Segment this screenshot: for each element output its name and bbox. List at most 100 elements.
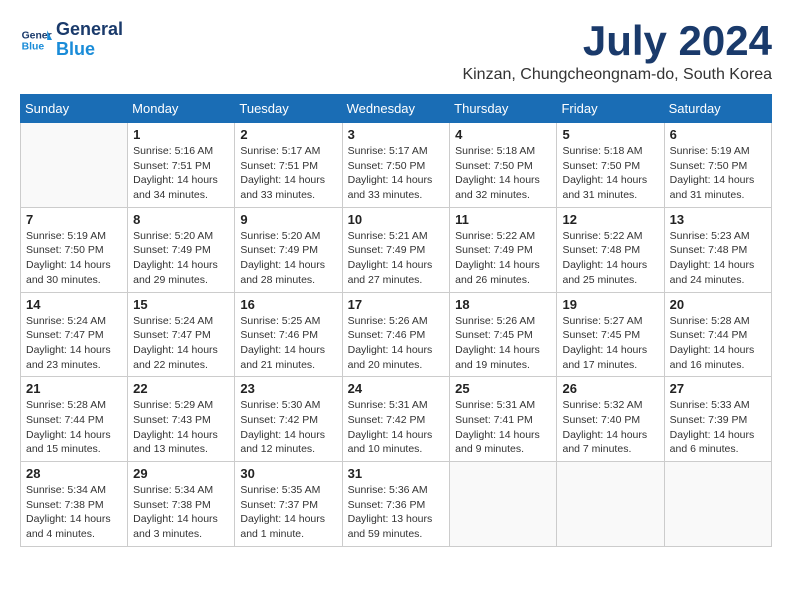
calendar-cell: 17 Sunrise: 5:26 AM Sunset: 7:46 PM Dayli…	[342, 292, 450, 377]
header-friday: Friday	[557, 95, 664, 123]
calendar-cell: 31 Sunrise: 5:36 AM Sunset: 7:36 PM Dayli…	[342, 462, 450, 547]
day-info: Sunrise: 5:24 AM Sunset: 7:47 PM Dayligh…	[133, 314, 229, 373]
calendar-week-5: 28 Sunrise: 5:34 AM Sunset: 7:38 PM Dayli…	[21, 462, 772, 547]
day-number: 17	[348, 297, 445, 312]
day-number: 16	[240, 297, 336, 312]
calendar-cell: 6 Sunrise: 5:19 AM Sunset: 7:50 PM Daylig…	[664, 123, 771, 208]
day-number: 6	[670, 127, 766, 142]
calendar-cell: 15 Sunrise: 5:24 AM Sunset: 7:47 PM Dayli…	[128, 292, 235, 377]
day-number: 21	[26, 381, 122, 396]
day-number: 15	[133, 297, 229, 312]
day-number: 12	[562, 212, 658, 227]
day-info: Sunrise: 5:31 AM Sunset: 7:41 PM Dayligh…	[455, 398, 551, 457]
day-info: Sunrise: 5:20 AM Sunset: 7:49 PM Dayligh…	[240, 229, 336, 288]
calendar-cell: 23 Sunrise: 5:30 AM Sunset: 7:42 PM Dayli…	[235, 377, 342, 462]
calendar-cell: 10 Sunrise: 5:21 AM Sunset: 7:49 PM Dayli…	[342, 207, 450, 292]
calendar-cell: 8 Sunrise: 5:20 AM Sunset: 7:49 PM Daylig…	[128, 207, 235, 292]
calendar-cell: 25Sunrise: 5:31 AM Sunset: 7:41 PM Dayli…	[450, 377, 557, 462]
calendar-cell: 9 Sunrise: 5:20 AM Sunset: 7:49 PM Daylig…	[235, 207, 342, 292]
calendar-body: 1Sunrise: 5:16 AM Sunset: 7:51 PM Daylig…	[21, 123, 772, 547]
calendar-cell: 3 Sunrise: 5:17 AM Sunset: 7:50 PM Daylig…	[342, 123, 450, 208]
day-number: 4	[455, 127, 551, 142]
day-number: 23	[240, 381, 336, 396]
day-info: Sunrise: 5:32 AM Sunset: 7:40 PM Dayligh…	[562, 398, 658, 457]
day-number: 11	[455, 212, 551, 227]
calendar-week-4: 21 Sunrise: 5:28 AM Sunset: 7:44 PM Dayli…	[21, 377, 772, 462]
day-info: Sunrise: 5:17 AM Sunset: 7:50 PM Dayligh…	[348, 144, 445, 203]
day-number: 30	[240, 466, 336, 481]
calendar-cell: 7Sunrise: 5:19 AM Sunset: 7:50 PM Daylig…	[21, 207, 128, 292]
day-number: 24	[348, 381, 445, 396]
calendar-cell: 2 Sunrise: 5:17 AM Sunset: 7:51 PM Daylig…	[235, 123, 342, 208]
day-info: Sunrise: 5:28 AM Sunset: 7:44 PM Dayligh…	[26, 398, 122, 457]
day-info: Sunrise: 5:34 AM Sunset: 7:38 PM Dayligh…	[26, 483, 122, 542]
logo: General Blue General Blue	[20, 20, 123, 60]
day-number: 9	[240, 212, 336, 227]
title-area: July 2024 Kinzan, Chungcheongnam-do, Sou…	[462, 20, 772, 84]
day-info: Sunrise: 5:20 AM Sunset: 7:49 PM Dayligh…	[133, 229, 229, 288]
calendar-week-1: 1Sunrise: 5:16 AM Sunset: 7:51 PM Daylig…	[21, 123, 772, 208]
day-number: 22	[133, 381, 229, 396]
calendar-cell: 18 Sunrise: 5:26 AM Sunset: 7:45 PM Dayli…	[450, 292, 557, 377]
day-info: Sunrise: 5:21 AM Sunset: 7:49 PM Dayligh…	[348, 229, 445, 288]
day-number: 31	[348, 466, 445, 481]
calendar-cell	[21, 123, 128, 208]
header-sunday: Sunday	[21, 95, 128, 123]
calendar-week-3: 14 Sunrise: 5:24 AM Sunset: 7:47 PM Dayli…	[21, 292, 772, 377]
day-number: 27	[670, 381, 766, 396]
day-info: Sunrise: 5:30 AM Sunset: 7:42 PM Dayligh…	[240, 398, 336, 457]
calendar-cell: 12 Sunrise: 5:22 AM Sunset: 7:48 PM Dayli…	[557, 207, 664, 292]
day-number: 2	[240, 127, 336, 142]
day-number: 5	[562, 127, 658, 142]
day-info: Sunrise: 5:27 AM Sunset: 7:45 PM Dayligh…	[562, 314, 658, 373]
calendar-cell: 11Sunrise: 5:22 AM Sunset: 7:49 PM Dayli…	[450, 207, 557, 292]
day-info: Sunrise: 5:19 AM Sunset: 7:50 PM Dayligh…	[26, 229, 122, 288]
header-monday: Monday	[128, 95, 235, 123]
calendar-cell: 26Sunrise: 5:32 AM Sunset: 7:40 PM Dayli…	[557, 377, 664, 462]
calendar-cell: 13 Sunrise: 5:23 AM Sunset: 7:48 PM Dayli…	[664, 207, 771, 292]
calendar-cell	[450, 462, 557, 547]
day-number: 13	[670, 212, 766, 227]
header-tuesday: Tuesday	[235, 95, 342, 123]
calendar-cell: 5 Sunrise: 5:18 AM Sunset: 7:50 PM Daylig…	[557, 123, 664, 208]
calendar-cell: 20Sunrise: 5:28 AM Sunset: 7:44 PM Dayli…	[664, 292, 771, 377]
location-title: Kinzan, Chungcheongnam-do, South Korea	[462, 66, 772, 84]
day-number: 8	[133, 212, 229, 227]
calendar-cell	[664, 462, 771, 547]
day-info: Sunrise: 5:34 AM Sunset: 7:38 PM Dayligh…	[133, 483, 229, 542]
calendar-cell: 27 Sunrise: 5:33 AM Sunset: 7:39 PM Dayli…	[664, 377, 771, 462]
day-info: Sunrise: 5:36 AM Sunset: 7:36 PM Dayligh…	[348, 483, 445, 542]
day-info: Sunrise: 5:18 AM Sunset: 7:50 PM Dayligh…	[562, 144, 658, 203]
day-number: 18	[455, 297, 551, 312]
calendar-cell: 19 Sunrise: 5:27 AM Sunset: 7:45 PM Dayli…	[557, 292, 664, 377]
day-info: Sunrise: 5:16 AM Sunset: 7:51 PM Dayligh…	[133, 144, 229, 203]
day-info: Sunrise: 5:35 AM Sunset: 7:37 PM Dayligh…	[240, 483, 336, 542]
day-info: Sunrise: 5:24 AM Sunset: 7:47 PM Dayligh…	[26, 314, 122, 373]
day-info: Sunrise: 5:22 AM Sunset: 7:48 PM Dayligh…	[562, 229, 658, 288]
calendar-cell: 30 Sunrise: 5:35 AM Sunset: 7:37 PM Dayli…	[235, 462, 342, 547]
logo-text: General Blue	[56, 20, 123, 60]
calendar-cell: 21 Sunrise: 5:28 AM Sunset: 7:44 PM Dayli…	[21, 377, 128, 462]
logo-icon: General Blue	[20, 24, 52, 56]
day-info: Sunrise: 5:25 AM Sunset: 7:46 PM Dayligh…	[240, 314, 336, 373]
day-info: Sunrise: 5:26 AM Sunset: 7:46 PM Dayligh…	[348, 314, 445, 373]
calendar-cell: 14 Sunrise: 5:24 AM Sunset: 7:47 PM Dayli…	[21, 292, 128, 377]
day-number: 19	[562, 297, 658, 312]
day-info: Sunrise: 5:18 AM Sunset: 7:50 PM Dayligh…	[455, 144, 551, 203]
day-number: 14	[26, 297, 122, 312]
day-info: Sunrise: 5:17 AM Sunset: 7:51 PM Dayligh…	[240, 144, 336, 203]
day-info: Sunrise: 5:19 AM Sunset: 7:50 PM Dayligh…	[670, 144, 766, 203]
day-number: 28	[26, 466, 122, 481]
day-info: Sunrise: 5:31 AM Sunset: 7:42 PM Dayligh…	[348, 398, 445, 457]
day-number: 20	[670, 297, 766, 312]
day-info: Sunrise: 5:26 AM Sunset: 7:45 PM Dayligh…	[455, 314, 551, 373]
calendar-cell: 22Sunrise: 5:29 AM Sunset: 7:43 PM Dayli…	[128, 377, 235, 462]
day-info: Sunrise: 5:23 AM Sunset: 7:48 PM Dayligh…	[670, 229, 766, 288]
day-info: Sunrise: 5:33 AM Sunset: 7:39 PM Dayligh…	[670, 398, 766, 457]
calendar-week-2: 7Sunrise: 5:19 AM Sunset: 7:50 PM Daylig…	[21, 207, 772, 292]
day-number: 3	[348, 127, 445, 142]
calendar-cell	[557, 462, 664, 547]
calendar-cell: 4 Sunrise: 5:18 AM Sunset: 7:50 PM Daylig…	[450, 123, 557, 208]
header-thursday: Thursday	[450, 95, 557, 123]
day-number: 10	[348, 212, 445, 227]
